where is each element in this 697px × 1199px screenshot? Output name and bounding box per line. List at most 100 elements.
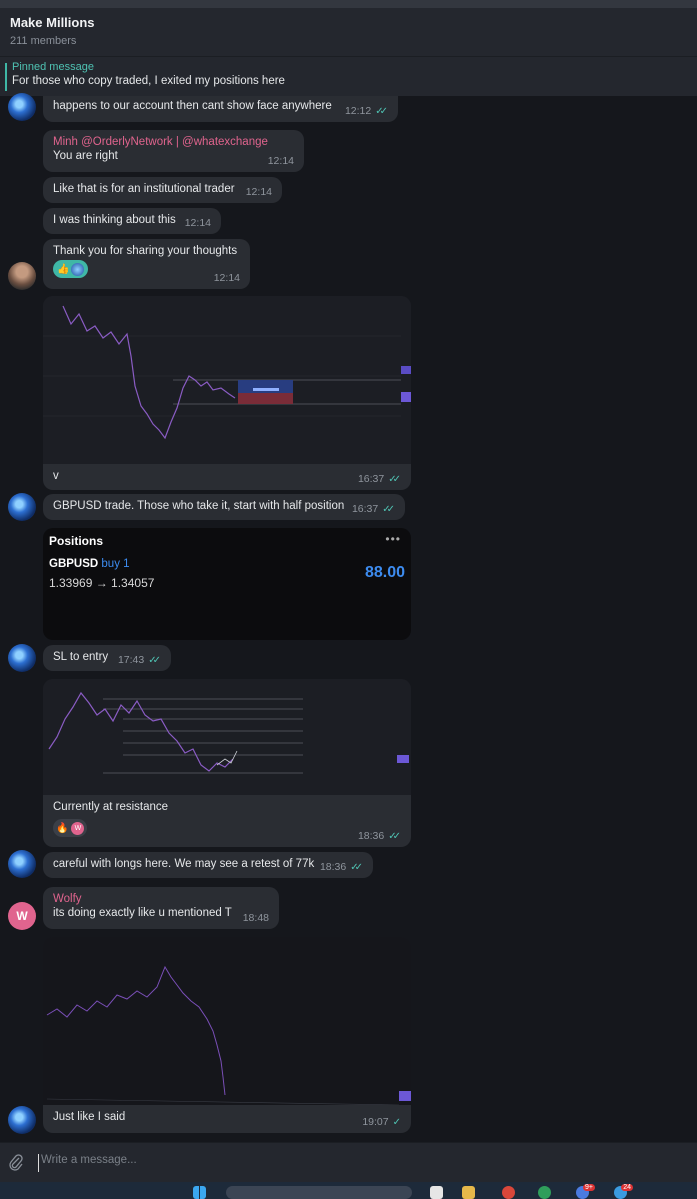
chart-image[interactable] [43, 679, 411, 795]
caption-text: Currently at resistance [53, 801, 169, 813]
app-icon[interactable] [502, 1186, 515, 1199]
message-meta: 16:37 ✓✓ [358, 473, 401, 485]
chart-image[interactable] [43, 937, 411, 1105]
avatar[interactable] [8, 262, 36, 290]
app-icon[interactable] [538, 1186, 551, 1199]
message-meta: 19:07 ✓ [362, 1116, 401, 1128]
reactor-avatar [71, 262, 85, 276]
double-check-icon: ✓✓ [148, 654, 161, 666]
message-bubble[interactable]: Like that is for an institutional trader… [43, 177, 282, 203]
reaction-chip[interactable]: 🔥 W [53, 819, 88, 837]
positions-card[interactable]: Positions ••• GBPUSD buy 1 1.33969 → 1.3… [43, 528, 411, 640]
double-check-icon: ✓✓ [382, 503, 395, 515]
reactor-avatar: W [71, 821, 85, 835]
reaction-chip[interactable]: 👍 [53, 260, 89, 278]
notification-badge: 9+ [583, 1184, 595, 1191]
chart-screenshot-2 [43, 679, 411, 795]
message-meta: 16:37 ✓✓ [352, 503, 395, 515]
double-check-icon: ✓✓ [388, 473, 401, 485]
message-time: 12:14 [267, 155, 294, 167]
avatar[interactable]: W [8, 902, 36, 930]
message-time: 12:14 [184, 217, 211, 229]
chart-image[interactable] [43, 296, 411, 464]
avatar[interactable] [8, 93, 36, 121]
message-meta: 17:43 ✓✓ [118, 654, 161, 666]
sender-name[interactable]: Wolfy [53, 893, 269, 905]
window-top-strip [0, 0, 697, 8]
message-meta: 12:12 ✓✓ [345, 105, 388, 117]
message-text: GBPUSD trade. Those who take it, start w… [53, 500, 345, 512]
more-icon[interactable]: ••• [385, 532, 401, 546]
telegram-icon[interactable]: 24 [614, 1184, 633, 1199]
message-meta: 12:14 [268, 155, 294, 167]
message-time: 18:36 [319, 861, 347, 873]
os-taskbar: 9+ 24 [0, 1182, 697, 1199]
double-check-icon: ✓✓ [350, 861, 363, 873]
app-icon[interactable] [430, 1186, 443, 1199]
message-text: You are right [53, 150, 118, 162]
double-check-icon: ✓✓ [375, 105, 388, 117]
message-time: 16:37 [357, 473, 385, 485]
message-text: happens to our account then cant show fa… [53, 100, 332, 112]
message-text: Like that is for an institutional trader [53, 183, 235, 195]
message-bubble[interactable]: SL to entry 17:43 ✓✓ [43, 645, 171, 671]
chat-header[interactable]: Make Millions 211 members [0, 8, 697, 56]
chart-screenshot-3 [43, 937, 411, 1105]
message-bubble[interactable]: Minh @OrderlyNetwork | @whatexchange You… [43, 130, 304, 172]
message-meta: 12:14 [246, 186, 272, 198]
chart-caption: v 16:37 ✓✓ [43, 464, 411, 490]
message-time: 16:37 [351, 503, 379, 515]
position-side: buy 1 [101, 558, 130, 570]
message-meta: 18:36 ✓✓ [320, 861, 363, 873]
avatar[interactable] [8, 850, 36, 878]
message-time: 12:12 [344, 105, 372, 117]
message-text: I was thinking about this [53, 214, 176, 226]
message-bubble[interactable]: happens to our account then cant show fa… [43, 96, 398, 122]
chart-screenshot-1 [43, 296, 411, 464]
message-bubble[interactable]: careful with longs here. We may see a re… [43, 852, 373, 878]
message-time: 12:14 [245, 186, 272, 198]
message-time: 12:14 [213, 272, 240, 284]
notification-badge: 24 [621, 1184, 633, 1191]
position-pnl: 88.00 [364, 564, 405, 581]
message-time: 18:48 [242, 912, 269, 924]
folder-icon[interactable] [462, 1186, 475, 1199]
app-icon[interactable]: 9+ [576, 1184, 595, 1199]
thumbs-up-icon: 👍 [57, 263, 70, 275]
message-meta: 18:36 ✓✓ [358, 830, 401, 842]
reaction-row: 👍 [53, 260, 240, 278]
message-time: 17:43 [117, 654, 145, 666]
chart-caption: Currently at resistance 🔥 W 18:36 ✓✓ [43, 795, 411, 847]
message-bubble[interactable]: I was thinking about this 12:14 [43, 208, 221, 234]
message-bubble[interactable]: Wolfy its doing exactly like u mentioned… [43, 887, 279, 929]
message-time: 19:07 [362, 1116, 389, 1128]
taskbar-search[interactable] [226, 1186, 412, 1199]
sender-name[interactable]: Minh @OrderlyNetwork | @whatexchange [53, 136, 294, 148]
paperclip-icon[interactable] [8, 1153, 26, 1173]
caption-text: Just like I said [53, 1111, 126, 1123]
avatar[interactable] [8, 493, 36, 521]
message-text: its doing exactly like u mentioned T [53, 907, 232, 919]
message-bubble[interactable]: GBPUSD trade. Those who take it, start w… [43, 494, 405, 520]
message-bubble[interactable]: Thank you for sharing your thoughts 👍 12… [43, 239, 250, 289]
fire-icon: 🔥 [56, 822, 69, 834]
positions-title: Positions [49, 534, 104, 548]
reaction-row: 🔥 W [53, 819, 401, 837]
member-count: 211 members [10, 35, 77, 47]
double-check-icon: ✓✓ [388, 830, 401, 842]
caption-text: v [53, 470, 59, 482]
avatar[interactable] [8, 644, 36, 672]
message-meta: 12:14 [214, 272, 240, 284]
chart-caption: Just like I said 19:07 ✓ [43, 1105, 411, 1133]
message-meta: 18:48 [243, 912, 269, 924]
position-prices: 1.33969 → 1.34057 [49, 576, 155, 590]
chat-title: Make Millions [10, 15, 95, 30]
pinned-text: For those who copy traded, I exited my p… [12, 75, 285, 87]
message-text: careful with longs here. We may see a re… [53, 858, 315, 870]
message-input[interactable]: Write a message... [38, 1154, 678, 1172]
pinned-message-bar[interactable]: Pinned message For those who copy traded… [0, 56, 697, 96]
avatar[interactable] [8, 1106, 36, 1134]
message-meta: 12:14 [185, 217, 211, 229]
windows-start-icon[interactable] [193, 1186, 206, 1199]
pinned-label: Pinned message [12, 61, 94, 73]
